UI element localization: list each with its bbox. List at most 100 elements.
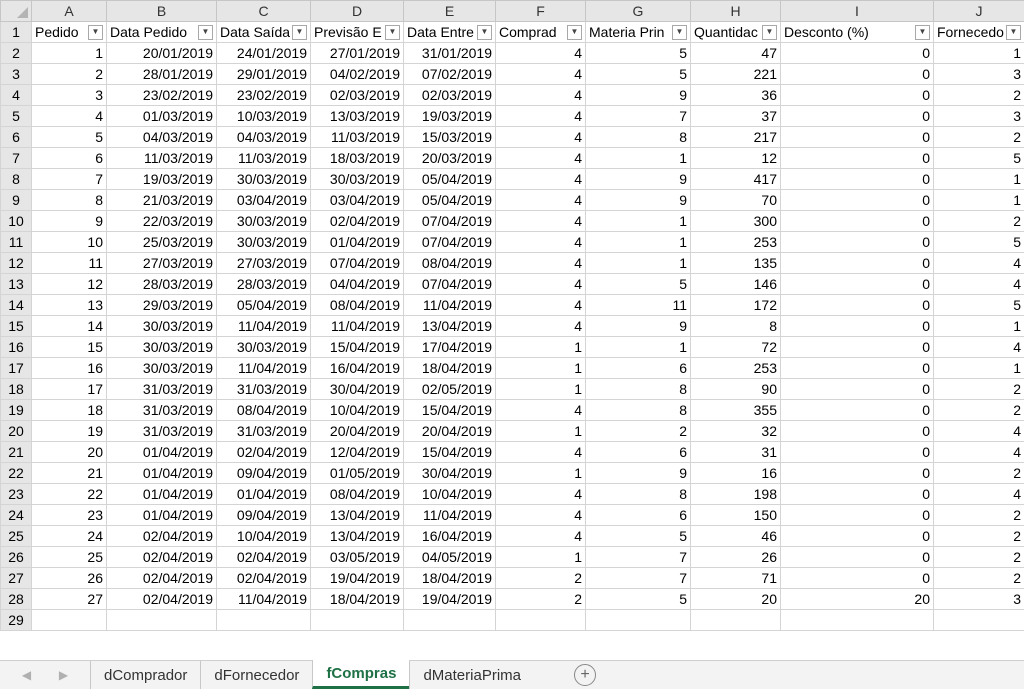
cell[interactable]: 11/03/2019 bbox=[106, 147, 217, 169]
cell[interactable]: 1 bbox=[933, 315, 1024, 337]
filter-dropdown-icon[interactable]: ▼ bbox=[88, 24, 103, 40]
cell[interactable]: 16/04/2019 bbox=[403, 525, 496, 547]
cell-table[interactable]: A B C D E F G H I J 1 Pedido ▼ Data Pedido ▼ Data Saída… bbox=[0, 0, 1024, 631]
cell[interactable]: 0 bbox=[780, 441, 934, 463]
cell[interactable]: 4 bbox=[495, 504, 586, 526]
cell[interactable]: 9 bbox=[585, 168, 691, 190]
cell[interactable]: 15/04/2019 bbox=[310, 336, 404, 358]
cell[interactable]: 70 bbox=[690, 189, 781, 211]
cell[interactable]: 8 bbox=[690, 315, 781, 337]
cell[interactable]: 02/03/2019 bbox=[310, 84, 404, 106]
cell[interactable]: 0 bbox=[780, 252, 934, 274]
cell[interactable]: 4 bbox=[495, 294, 586, 316]
cell[interactable]: 9 bbox=[585, 462, 691, 484]
cell[interactable]: 4 bbox=[495, 168, 586, 190]
row-number[interactable]: 21 bbox=[0, 441, 32, 463]
cell[interactable]: 0 bbox=[780, 42, 934, 64]
cell[interactable]: 4 bbox=[933, 420, 1024, 442]
cell[interactable]: 4 bbox=[495, 315, 586, 337]
cell[interactable]: 02/05/2019 bbox=[403, 378, 496, 400]
cell[interactable]: 15/04/2019 bbox=[403, 399, 496, 421]
cell[interactable]: 36 bbox=[690, 84, 781, 106]
cell[interactable]: 1 bbox=[585, 336, 691, 358]
cell[interactable]: 31/03/2019 bbox=[216, 420, 311, 442]
cell[interactable]: 1 bbox=[495, 378, 586, 400]
cell[interactable]: 29/03/2019 bbox=[106, 294, 217, 316]
cell[interactable]: 8 bbox=[585, 126, 691, 148]
cell[interactable]: 2 bbox=[933, 462, 1024, 484]
row-number[interactable]: 12 bbox=[0, 252, 32, 274]
cell[interactable]: 31/03/2019 bbox=[106, 399, 217, 421]
cell[interactable]: 21 bbox=[31, 462, 107, 484]
cell[interactable]: 2 bbox=[933, 126, 1024, 148]
cell[interactable]: 46 bbox=[690, 525, 781, 547]
cell[interactable]: 16 bbox=[31, 357, 107, 379]
cell[interactable]: 1 bbox=[933, 42, 1024, 64]
cell[interactable]: 0 bbox=[780, 378, 934, 400]
row-number[interactable]: 18 bbox=[0, 378, 32, 400]
cell[interactable]: 03/04/2019 bbox=[216, 189, 311, 211]
cell[interactable]: 8 bbox=[585, 483, 691, 505]
cell[interactable]: 19/03/2019 bbox=[403, 105, 496, 127]
cell[interactable]: 37 bbox=[690, 105, 781, 127]
cell[interactable]: 18/04/2019 bbox=[403, 357, 496, 379]
cell[interactable]: 4 bbox=[933, 252, 1024, 274]
header-cell[interactable]: Previsão E ▼ bbox=[310, 21, 404, 43]
cell[interactable]: 02/04/2019 bbox=[106, 567, 217, 589]
cell[interactable]: 1 bbox=[495, 336, 586, 358]
header-cell[interactable]: Quantidac ▼ bbox=[690, 21, 781, 43]
cell[interactable]: 1 bbox=[585, 210, 691, 232]
cell[interactable]: 21/03/2019 bbox=[106, 189, 217, 211]
cell[interactable]: 04/03/2019 bbox=[106, 126, 217, 148]
filter-dropdown-icon[interactable]: ▼ bbox=[915, 24, 930, 40]
cell[interactable]: 24 bbox=[31, 525, 107, 547]
cell[interactable]: 217 bbox=[690, 126, 781, 148]
cell[interactable]: 31/03/2019 bbox=[106, 420, 217, 442]
cell[interactable]: 26 bbox=[690, 546, 781, 568]
header-cell[interactable]: Fornecedo ▼ bbox=[933, 21, 1024, 43]
row-number[interactable]: 20 bbox=[0, 420, 32, 442]
cell[interactable]: 2 bbox=[933, 399, 1024, 421]
cell[interactable]: 04/05/2019 bbox=[403, 546, 496, 568]
cell[interactable]: 5 bbox=[933, 147, 1024, 169]
cell[interactable]: 1 bbox=[495, 462, 586, 484]
cell[interactable]: 2 bbox=[933, 84, 1024, 106]
cell[interactable]: 02/04/2019 bbox=[216, 567, 311, 589]
row-number[interactable]: 29 bbox=[0, 609, 32, 631]
cell[interactable]: 19/03/2019 bbox=[106, 168, 217, 190]
cell[interactable]: 10/03/2019 bbox=[216, 105, 311, 127]
cell[interactable] bbox=[780, 609, 934, 631]
cell[interactable]: 47 bbox=[690, 42, 781, 64]
cell[interactable]: 6 bbox=[585, 441, 691, 463]
cell[interactable]: 31/03/2019 bbox=[106, 378, 217, 400]
header-cell[interactable]: Materia Prin ▼ bbox=[585, 21, 691, 43]
cell[interactable]: 0 bbox=[780, 147, 934, 169]
cell[interactable]: 28/01/2019 bbox=[106, 63, 217, 85]
cell[interactable]: 4 bbox=[495, 231, 586, 253]
cell[interactable]: 13/04/2019 bbox=[310, 525, 404, 547]
row-number[interactable]: 7 bbox=[0, 147, 32, 169]
cell[interactable]: 4 bbox=[495, 399, 586, 421]
cell[interactable]: 30/04/2019 bbox=[403, 462, 496, 484]
cell[interactable]: 4 bbox=[495, 210, 586, 232]
column-header-c[interactable]: C bbox=[216, 0, 311, 22]
cell[interactable]: 30/03/2019 bbox=[216, 336, 311, 358]
cell[interactable]: 16/04/2019 bbox=[310, 357, 404, 379]
cell[interactable]: 11/04/2019 bbox=[216, 357, 311, 379]
row-number[interactable]: 22 bbox=[0, 462, 32, 484]
cell[interactable]: 11/04/2019 bbox=[216, 315, 311, 337]
cell[interactable]: 4 bbox=[495, 84, 586, 106]
cell[interactable]: 0 bbox=[780, 504, 934, 526]
cell[interactable]: 11/04/2019 bbox=[310, 315, 404, 337]
sheet-nav-arrows[interactable]: ◀ ▶ bbox=[0, 661, 90, 689]
cell[interactable]: 26 bbox=[31, 567, 107, 589]
cell[interactable]: 2 bbox=[31, 63, 107, 85]
cell[interactable]: 7 bbox=[585, 546, 691, 568]
header-cell[interactable]: Comprad ▼ bbox=[495, 21, 586, 43]
cell[interactable]: 355 bbox=[690, 399, 781, 421]
cell[interactable]: 5 bbox=[585, 63, 691, 85]
cell[interactable]: 13/04/2019 bbox=[403, 315, 496, 337]
cell[interactable]: 0 bbox=[780, 357, 934, 379]
cell[interactable]: 08/04/2019 bbox=[403, 252, 496, 274]
cell[interactable]: 18/04/2019 bbox=[310, 588, 404, 610]
